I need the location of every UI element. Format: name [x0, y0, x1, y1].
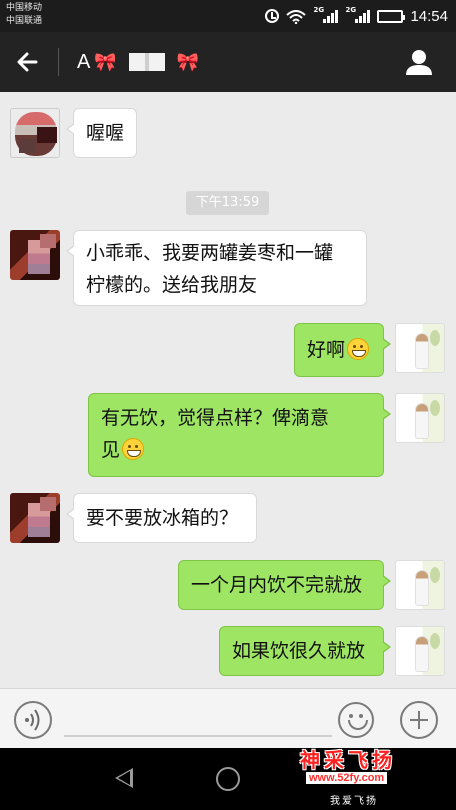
- input-bar: [0, 688, 456, 748]
- redacted-name: [128, 53, 165, 71]
- my-avatar[interactable]: [395, 626, 445, 676]
- chat-info-button[interactable]: [404, 47, 434, 77]
- carrier-1: 中国移动: [6, 3, 43, 13]
- status-bar: 中国移动 中国联通 2G 2G 14:54: [0, 0, 456, 32]
- message-text: 要不要放冰箱的？: [86, 507, 239, 529]
- header-divider: [58, 48, 59, 76]
- contact-avatar[interactable]: [10, 493, 60, 543]
- message-text: 喔喔: [86, 122, 125, 144]
- message-text-line: 小乖乖、我要两罐姜枣和一罐: [86, 242, 334, 264]
- signal-1-icon: 2G: [313, 6, 339, 23]
- chat-header: A 🎀 🎀: [0, 32, 456, 92]
- chat-title-prefix: A: [77, 50, 91, 73]
- incoming-message[interactable]: 喔喔: [65, 108, 138, 158]
- status-time: 14:54: [410, 7, 448, 25]
- grinning-emoji-icon: [347, 338, 370, 360]
- my-avatar[interactable]: [395, 560, 445, 610]
- carrier-2: 中国联通: [6, 16, 43, 26]
- contact-avatar[interactable]: [10, 230, 60, 280]
- message-text: 一个月内饮不完就放: [191, 574, 363, 596]
- arrow-left-icon: [17, 52, 38, 72]
- person-icon: [406, 50, 432, 75]
- message-text-line: 见: [101, 439, 121, 461]
- outgoing-message[interactable]: 好啊: [294, 323, 391, 377]
- message-timestamp: 下午13:59: [186, 191, 269, 215]
- emoji-button[interactable]: [338, 702, 374, 738]
- signal-2-icon: 2G: [345, 6, 371, 23]
- more-options-button[interactable]: [400, 701, 438, 739]
- watermark-subtitle: 我爱飞扬: [330, 796, 378, 807]
- nav-back-button[interactable]: [115, 768, 133, 788]
- contact-avatar[interactable]: [10, 108, 60, 158]
- watermark-logo: 神采飞扬 www.52fy.com 我爱飞扬: [296, 748, 414, 810]
- watermark-url: www.52fy.com: [306, 772, 388, 784]
- system-nav-bar: 神采飞扬 www.52fy.com 我爱飞扬: [0, 748, 456, 810]
- message-text: 好啊: [307, 339, 346, 361]
- carrier-names: 中国移动 中国联通: [6, 2, 42, 28]
- voice-input-button[interactable]: [14, 701, 52, 739]
- network-type-1: 2G: [313, 6, 325, 14]
- grinning-emoji-icon: [122, 438, 145, 460]
- incoming-message[interactable]: 要不要放冰箱的？: [66, 493, 257, 543]
- watermark-title: 神采飞扬: [300, 748, 396, 772]
- voice-icon: [25, 709, 40, 731]
- outgoing-message[interactable]: 有无饮，觉得点样？俾滴意 见: [88, 393, 391, 477]
- nav-home-button[interactable]: [216, 767, 240, 791]
- wifi-icon: [286, 9, 307, 25]
- chat-title: A 🎀 🎀: [77, 49, 199, 75]
- outgoing-message[interactable]: 一个月内饮不完就放: [178, 560, 391, 610]
- my-avatar[interactable]: [395, 323, 445, 373]
- message-text: 如果饮很久就放: [232, 640, 366, 662]
- message-text-line: 柠檬的。送给我朋友: [86, 274, 258, 296]
- battery-icon: [377, 9, 406, 23]
- incoming-message[interactable]: 小乖乖、我要两罐姜枣和一罐 柠檬的。送给我朋友: [66, 230, 367, 306]
- my-avatar[interactable]: [395, 393, 445, 443]
- message-text-line: 有无饮，觉得点样？俾滴意: [101, 407, 330, 429]
- bow-icon: 🎀: [176, 51, 200, 72]
- bow-icon: 🎀: [94, 51, 117, 72]
- message-input[interactable]: [64, 697, 332, 737]
- alarm-icon: [265, 9, 280, 23]
- status-icons: 2G 2G 14:54: [265, 5, 448, 27]
- back-button[interactable]: [14, 48, 42, 76]
- outgoing-message[interactable]: 如果饮很久就放: [219, 626, 391, 676]
- network-type-2: 2G: [345, 6, 357, 14]
